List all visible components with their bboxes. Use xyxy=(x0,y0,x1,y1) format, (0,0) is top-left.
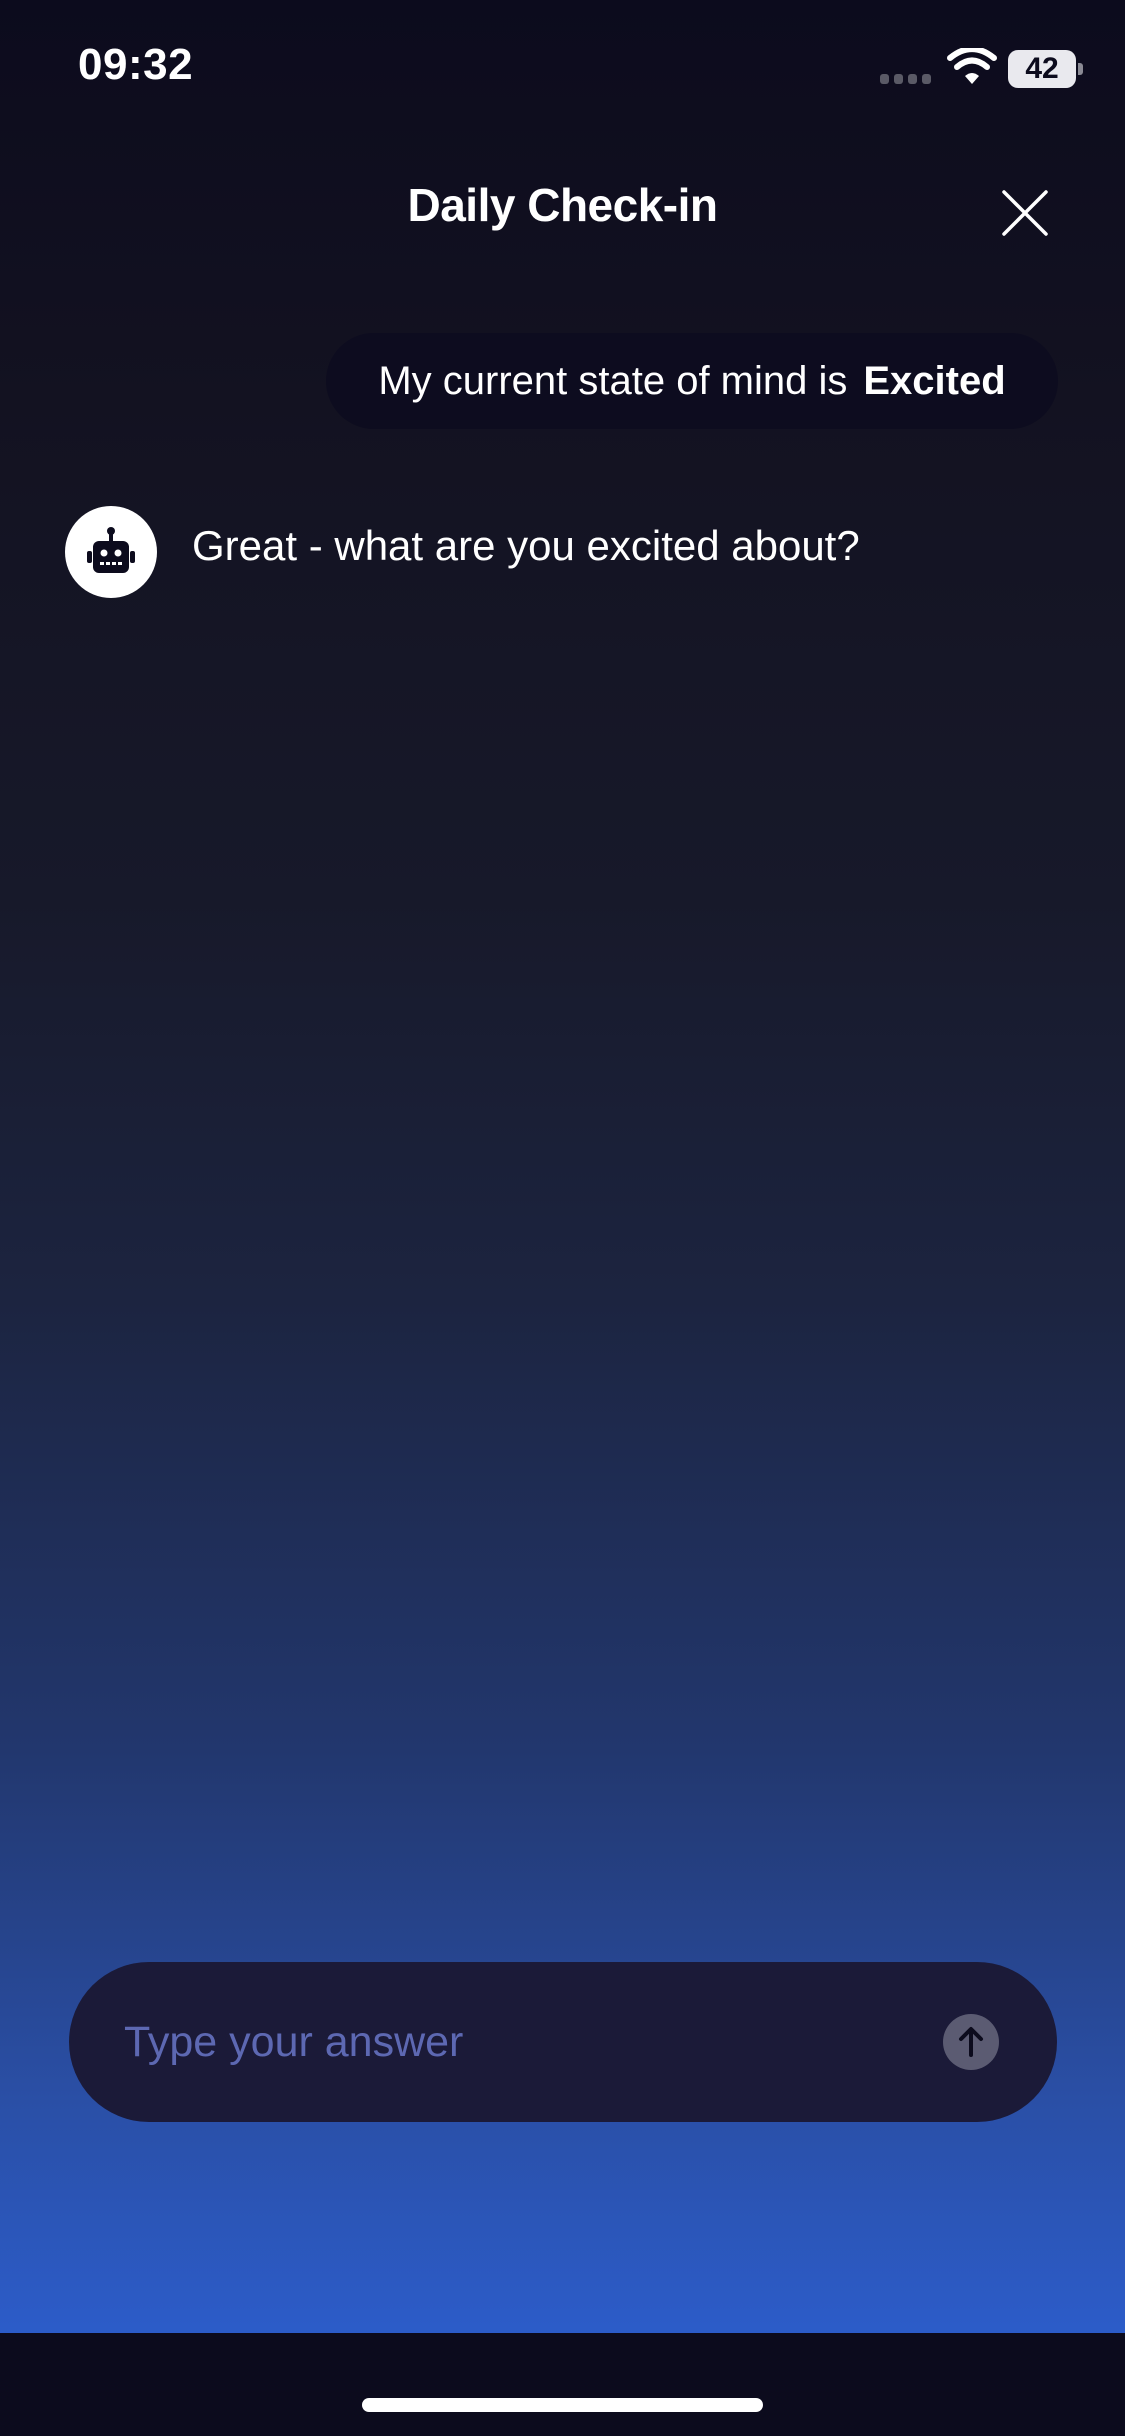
bot-message-text: Great - what are you excited about? xyxy=(192,522,860,569)
robot-icon xyxy=(87,527,135,573)
answer-composer xyxy=(69,1962,1057,2122)
status-time: 09:32 xyxy=(78,40,194,89)
close-button[interactable] xyxy=(990,178,1060,248)
page-title: Daily Check-in xyxy=(407,179,719,231)
home-indicator[interactable] xyxy=(362,2398,763,2412)
user-message-text: My current state of mind is xyxy=(378,358,848,403)
battery-level: 42 xyxy=(1025,52,1059,85)
battery-icon: 42 xyxy=(1008,50,1076,88)
cellular-signal-icon xyxy=(880,74,931,84)
battery-indicator: 42 xyxy=(1008,50,1084,88)
bot-avatar xyxy=(65,506,157,598)
arrow-up-icon xyxy=(959,2027,983,2057)
close-icon xyxy=(1002,190,1048,236)
user-message-bubble: My current state of mind is Excited xyxy=(326,333,1058,429)
user-mood: Excited xyxy=(863,358,1006,403)
bottom-bar xyxy=(0,2333,1125,2436)
wifi-icon xyxy=(947,48,997,84)
send-button[interactable] xyxy=(943,2014,999,2070)
answer-input[interactable] xyxy=(124,2002,924,2082)
battery-tip xyxy=(1078,63,1083,75)
daily-checkin-screen: 09:32 42 Daily Check-in My current state… xyxy=(0,0,1125,2436)
